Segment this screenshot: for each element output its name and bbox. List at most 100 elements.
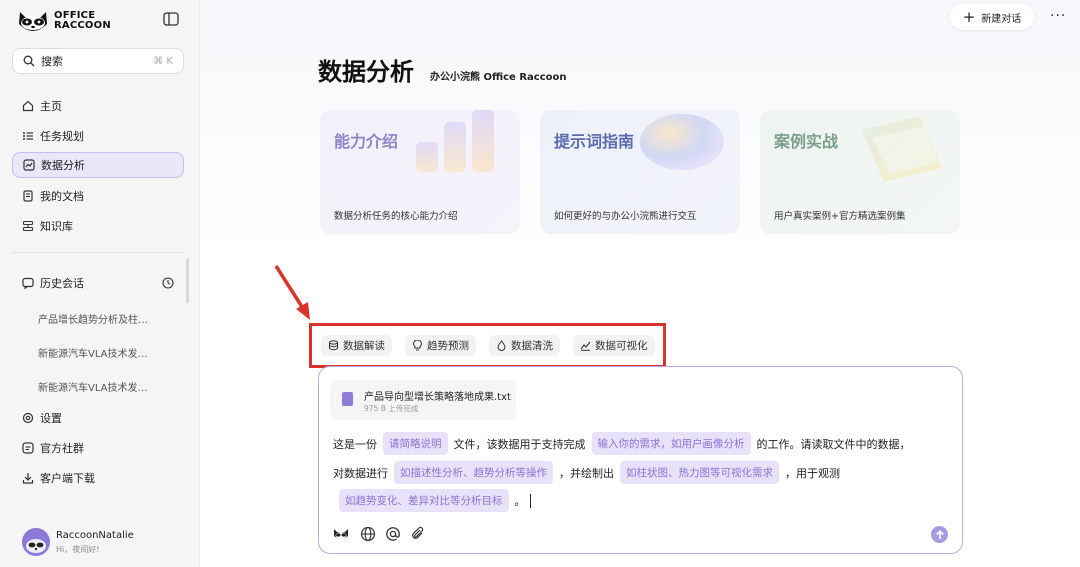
plus-icon: + bbox=[962, 8, 976, 26]
sidebar-item-task-planning[interactable]: 任务规划 bbox=[12, 123, 184, 149]
sidebar-item-community[interactable]: 官方社群 bbox=[12, 435, 184, 461]
sidebar-divider bbox=[12, 252, 184, 253]
line-chart-icon bbox=[580, 341, 591, 351]
history-header[interactable]: 历史会话 bbox=[12, 270, 184, 296]
chip-data-visualization[interactable]: 数据可视化 bbox=[573, 335, 655, 356]
prompt-text: 的工作。请读取文件中的数据， bbox=[756, 437, 911, 451]
card-title: 能力介绍 bbox=[334, 132, 399, 151]
new-chat-label: 新建对话 bbox=[981, 13, 1022, 25]
chip-label: 数据解读 bbox=[343, 340, 385, 352]
chip-label: 数据可视化 bbox=[595, 340, 648, 352]
search-button[interactable]: 搜索 ⌘ K bbox=[12, 48, 184, 74]
chip-trend-forecast[interactable]: 趋势预测 bbox=[405, 335, 476, 356]
history-item[interactable]: 产品增长趋势分析及柱… bbox=[38, 311, 148, 326]
search-label: 搜索 bbox=[41, 55, 63, 68]
page-title: 数据分析 bbox=[318, 58, 414, 86]
prompt-line-1[interactable]: 这是一份 请简略说明 文件，该数据用于支持完成 输入你的需求，如用户画像分析 的… bbox=[333, 432, 911, 455]
database-icon bbox=[22, 220, 34, 232]
new-chat-button[interactable]: + 新建对话 bbox=[950, 4, 1034, 30]
brand[interactable]: OFFICE RACCOON bbox=[16, 8, 111, 34]
sidebar-item-my-documents[interactable]: 我的文档 bbox=[12, 183, 184, 209]
raccoon-mode-icon[interactable] bbox=[333, 526, 349, 542]
case-studies-card[interactable]: 案例实战 用户真实案例+官方精选案例集 bbox=[760, 110, 960, 234]
bubble-illustration-icon bbox=[640, 114, 724, 170]
prompt-slot[interactable]: 输入你的需求，如用户画像分析 bbox=[591, 432, 751, 455]
sidebar-item-download[interactable]: 客户端下载 bbox=[12, 465, 184, 491]
mention-icon[interactable] bbox=[385, 526, 401, 542]
history-item[interactable]: 新能源汽车VLA技术发… bbox=[38, 345, 147, 360]
sidebar-item-label: 官方社群 bbox=[40, 442, 84, 455]
send-button[interactable] bbox=[931, 526, 948, 543]
prompt-text: ，用于观测 bbox=[785, 466, 840, 480]
prompt-slot[interactable]: 请简略说明 bbox=[383, 432, 448, 455]
prompt-text: 。 bbox=[514, 494, 526, 508]
more-options-button[interactable]: ··· bbox=[1050, 8, 1066, 24]
sidebar-item-home[interactable]: 主页 bbox=[12, 93, 184, 119]
brand-line2: RACCOON bbox=[54, 20, 111, 31]
sidebar-item-settings[interactable]: 设置 bbox=[12, 405, 184, 431]
prompt-text: ，并绘制出 bbox=[559, 466, 614, 480]
list-icon bbox=[23, 132, 33, 140]
globe-icon[interactable] bbox=[360, 526, 376, 542]
droplet-icon bbox=[497, 340, 506, 351]
card-description: 数据分析任务的核心能力介绍 bbox=[334, 211, 458, 222]
file-icon bbox=[342, 392, 353, 406]
sidebar-item-label: 客户端下载 bbox=[40, 472, 95, 485]
brand-name: OFFICE RACCOON bbox=[54, 11, 111, 31]
user-profile[interactable]: RaccoonNatalie Hi，夜间好! bbox=[22, 528, 134, 556]
card-title: 案例实战 bbox=[774, 132, 839, 151]
sidebar-toggle-icon[interactable] bbox=[163, 12, 179, 26]
prompt-text: 对数据进行 bbox=[333, 466, 388, 480]
attachment-icon[interactable] bbox=[410, 526, 426, 542]
prompt-guide-card[interactable]: 提示词指南 如何更好的与办公小浣熊进行交互 bbox=[540, 110, 740, 234]
prompt-slot[interactable]: 如柱状图、热力图等可视化需求 bbox=[620, 461, 779, 484]
sidebar-scrollbar[interactable] bbox=[186, 258, 189, 303]
prompt-line-2[interactable]: 对数据进行 如描述性分析、趋势分析等操作 ，并绘制出 如柱状图、热力图等可视化需… bbox=[333, 461, 840, 484]
sidebar: OFFICE RACCOON 搜索 ⌘ K 主页 任务规划 数据分析 我的文档 … bbox=[0, 0, 200, 567]
text-cursor bbox=[529, 493, 531, 508]
sidebar-item-label: 主页 bbox=[40, 100, 62, 113]
gear-icon bbox=[22, 412, 34, 424]
prompt-text: 这是一份 bbox=[333, 437, 377, 451]
sidebar-item-data-analysis[interactable]: 数据分析 bbox=[12, 152, 184, 178]
home-icon bbox=[22, 100, 34, 112]
chart-icon bbox=[23, 159, 35, 171]
card-description: 用户真实案例+官方精选案例集 bbox=[774, 211, 906, 222]
sidebar-item-label: 我的文档 bbox=[40, 190, 84, 203]
raccoon-avatar-icon bbox=[22, 528, 50, 556]
chat-history-icon bbox=[22, 277, 34, 289]
clock-icon[interactable] bbox=[162, 277, 174, 289]
file-meta: 975 B 上传完成 bbox=[364, 404, 419, 413]
arrow-up-icon bbox=[935, 529, 944, 539]
user-name: RaccoonNatalie bbox=[56, 529, 134, 541]
document-icon bbox=[23, 190, 33, 202]
lightbulb-icon bbox=[412, 340, 423, 351]
prompt-slot[interactable]: 如趋势变化、差异对比等分析目标 bbox=[339, 489, 509, 512]
search-shortcut: ⌘ K bbox=[153, 55, 173, 67]
raccoon-logo-icon bbox=[19, 12, 47, 31]
card-title: 提示词指南 bbox=[554, 132, 635, 151]
history-title: 历史会话 bbox=[40, 277, 84, 290]
avatar bbox=[22, 528, 50, 556]
database-icon bbox=[329, 340, 338, 351]
capability-intro-card[interactable]: 能力介绍 数据分析任务的核心能力介绍 bbox=[320, 110, 520, 234]
chip-data-cleaning[interactable]: 数据清洗 bbox=[489, 335, 560, 356]
book-illustration-icon bbox=[862, 116, 942, 182]
prompt-line-3[interactable]: 如趋势变化、差异对比等分析目标 。 bbox=[333, 489, 531, 512]
community-icon bbox=[22, 442, 34, 454]
sidebar-item-label: 任务规划 bbox=[40, 130, 84, 143]
sidebar-item-label: 数据分析 bbox=[41, 159, 85, 172]
card-description: 如何更好的与办公小浣熊进行交互 bbox=[554, 211, 697, 222]
bar-chart-illustration-icon bbox=[416, 110, 494, 172]
search-icon bbox=[23, 55, 35, 67]
page-subtitle: 办公小浣熊 Office Raccoon bbox=[430, 72, 567, 83]
history-item[interactable]: 新能源汽车VLA技术发… bbox=[38, 379, 147, 394]
attached-file[interactable]: 产品导向型增长策略落地成果.txt 975 B 上传完成 bbox=[330, 380, 516, 420]
prompt-slot[interactable]: 如描述性分析、趋势分析等操作 bbox=[394, 461, 553, 484]
chip-label: 趋势预测 bbox=[427, 340, 469, 352]
user-greeting: Hi，夜间好! bbox=[56, 544, 100, 554]
sidebar-item-label: 设置 bbox=[40, 412, 62, 425]
sidebar-item-label: 知识库 bbox=[40, 220, 73, 233]
sidebar-item-knowledge-base[interactable]: 知识库 bbox=[12, 213, 184, 239]
chip-data-interpretation[interactable]: 数据解读 bbox=[321, 335, 392, 356]
